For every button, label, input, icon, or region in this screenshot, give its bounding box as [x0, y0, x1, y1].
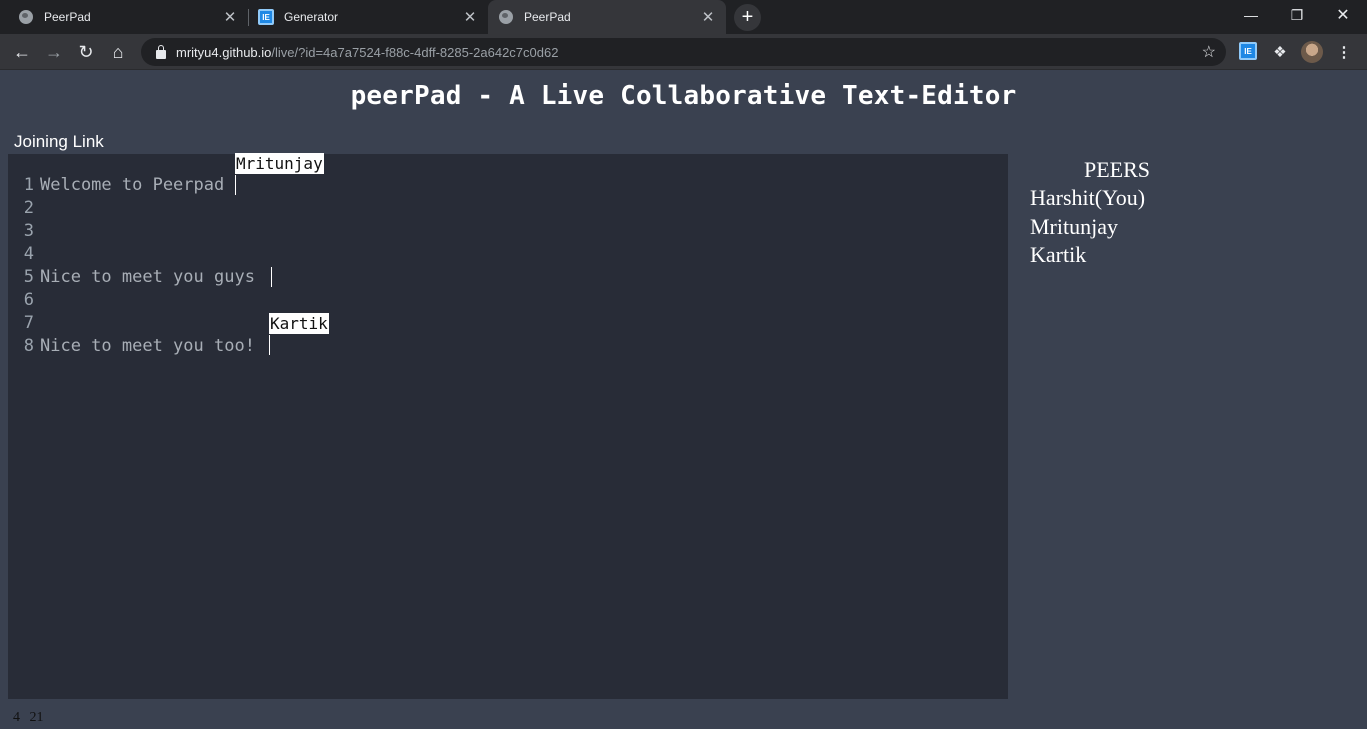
- tab-title: PeerPad: [524, 10, 571, 24]
- new-tab-button[interactable]: +: [734, 4, 761, 31]
- line-number: 2: [23, 198, 34, 218]
- editor-line[interactable]: 2: [8, 197, 40, 220]
- line-number: 7: [23, 313, 34, 333]
- close-tab-icon[interactable]: ✕: [698, 7, 718, 27]
- line-number: 1: [23, 175, 34, 195]
- extensions-puzzle-icon[interactable]: ❖: [1270, 42, 1290, 62]
- reload-icon[interactable]: ↻: [72, 38, 100, 66]
- remote-cursor: [269, 335, 270, 355]
- remote-cursor-label: Mritunjay: [235, 153, 324, 174]
- editor-line[interactable]: 4: [8, 243, 40, 266]
- browser-toolbar: ← → ↻ ⌂ mrityu4.github.io/live/?id=4a7a7…: [0, 34, 1367, 70]
- editor-line[interactable]: 7: [8, 312, 40, 335]
- forward-arrow-icon[interactable]: →: [40, 38, 68, 66]
- peers-heading: PEERS: [1084, 157, 1151, 182]
- close-tab-icon[interactable]: ✕: [220, 7, 240, 27]
- address-bar[interactable]: mrityu4.github.io/live/?id=4a7a7524-f88c…: [141, 38, 1226, 66]
- tab-generator[interactable]: IE Generator ✕: [248, 0, 488, 34]
- restore-icon[interactable]: ❐: [1274, 0, 1320, 30]
- minimize-icon[interactable]: —: [1228, 0, 1274, 30]
- lock-icon[interactable]: [156, 44, 166, 59]
- editor-line[interactable]: 6: [8, 289, 40, 312]
- peer-item: Mritunjay: [1030, 214, 1118, 239]
- editor-line[interactable]: 3: [8, 220, 40, 243]
- line-number: 5: [23, 267, 34, 287]
- browser-tab-bar: PeerPad ✕ IE Generator ✕ PeerPad ✕ + — ❐…: [0, 0, 1367, 34]
- status-column: 21: [29, 710, 44, 725]
- editor-line[interactable]: 5 Nice to meet you guys: [8, 266, 255, 289]
- tab-peerpad-active[interactable]: PeerPad ✕: [488, 0, 726, 34]
- joining-link[interactable]: Joining Link: [14, 132, 104, 152]
- peer-item: Harshit(You): [1030, 185, 1146, 210]
- line-text[interactable]: Nice to meet you guys: [40, 267, 255, 287]
- bookmark-star-icon[interactable]: ☆: [1202, 42, 1216, 62]
- remote-cursor: [235, 175, 236, 195]
- globe-icon: [498, 9, 514, 25]
- ideogram-icon: IE: [258, 9, 274, 25]
- cursor-position-status: 4 21: [13, 710, 44, 726]
- back-arrow-icon[interactable]: ←: [8, 38, 36, 66]
- tab-title: PeerPad: [44, 10, 91, 24]
- profile-avatar[interactable]: [1301, 41, 1323, 63]
- page-title: peerPad - A Live Collaborative Text-Edit…: [350, 81, 1017, 111]
- close-tab-icon[interactable]: ✕: [460, 7, 480, 27]
- close-window-icon[interactable]: ✕: [1320, 0, 1366, 30]
- line-text[interactable]: Welcome to Peerpad: [40, 175, 224, 195]
- line-number: 8: [23, 336, 34, 356]
- line-number: 3: [23, 221, 34, 241]
- code-editor[interactable]: 1 Welcome to Peerpad 2 3 4 5 Nice to meet …: [8, 153, 1008, 699]
- line-number: 6: [23, 290, 34, 310]
- tab-peerpad-1[interactable]: PeerPad ✕: [0, 0, 249, 34]
- menu-kebab-icon[interactable]: ⋮: [1334, 42, 1354, 62]
- url-text[interactable]: mrityu4.github.io/live/?id=4a7a7524-f88c…: [176, 45, 558, 60]
- remote-cursor-label: Kartik: [269, 313, 329, 334]
- tab-title: Generator: [284, 10, 339, 24]
- status-line: 4: [13, 710, 20, 725]
- editor-line[interactable]: 1 Welcome to Peerpad: [8, 174, 224, 197]
- ideogram-extension-icon[interactable]: IE: [1239, 42, 1257, 60]
- peer-item: Kartik: [1030, 242, 1087, 267]
- home-icon[interactable]: ⌂: [104, 38, 132, 66]
- line-number: 4: [23, 244, 34, 264]
- globe-icon: [18, 9, 34, 25]
- local-cursor: [271, 267, 272, 287]
- editor-line[interactable]: 8 Nice to meet you too!: [8, 335, 255, 358]
- line-text[interactable]: Nice to meet you too!: [40, 336, 255, 356]
- peerpad-page: peerPad - A Live Collaborative Text-Edit…: [0, 71, 1367, 729]
